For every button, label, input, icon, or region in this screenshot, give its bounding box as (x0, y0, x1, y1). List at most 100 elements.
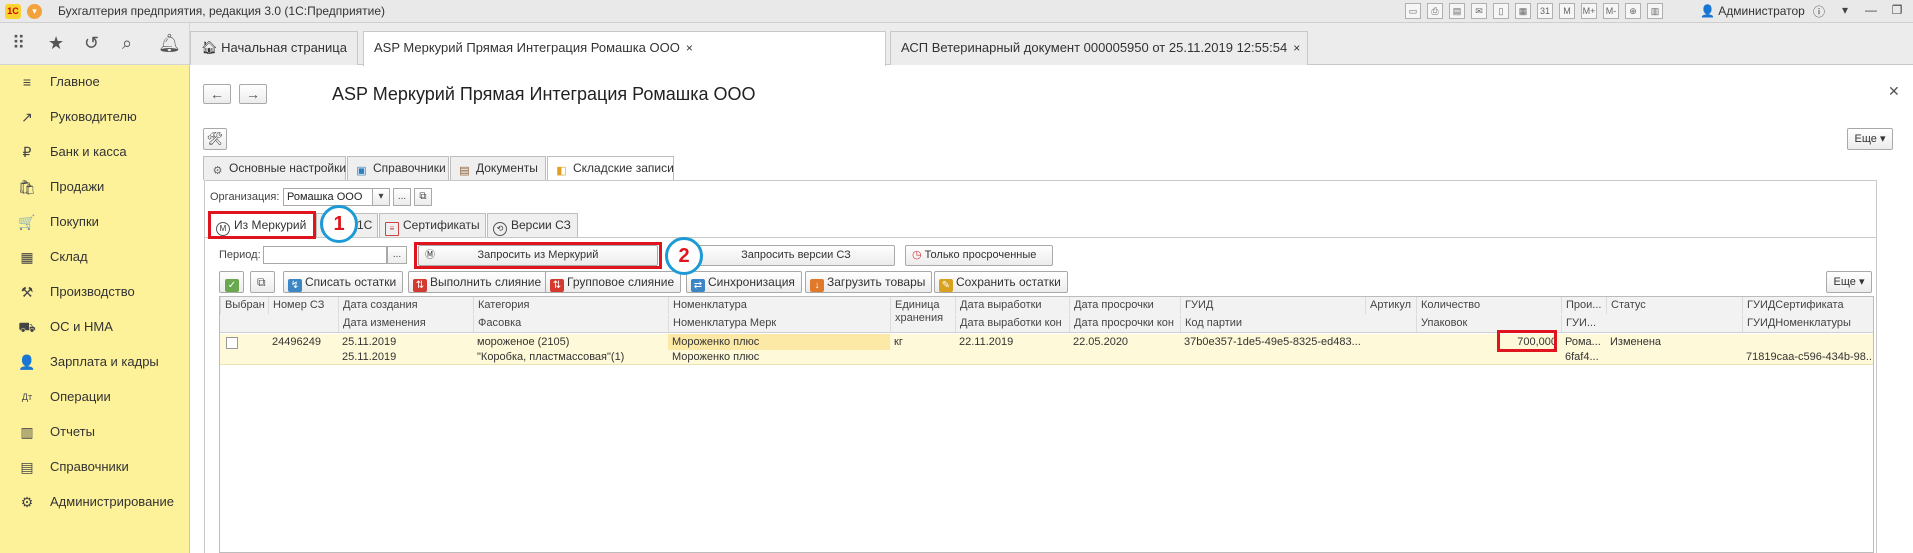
table-cell[interactable]: 37b0e357-1de5-49e5-8325-ed483... (1180, 334, 1365, 350)
sidebar-item[interactable]: ▥ Отчеты (0, 415, 190, 450)
minimize-icon[interactable]: — (1862, 3, 1880, 19)
calendar-icon[interactable]: 31 (1537, 3, 1553, 19)
forward-button[interactable]: → (239, 84, 267, 104)
main-menu-button[interactable]: ▾ (27, 4, 42, 19)
column-header[interactable]: Дата создания (338, 297, 473, 314)
tab-vet-document[interactable]: АСП Ветеринарный документ 000005950 от 2… (890, 31, 1308, 65)
print-preview-icon[interactable]: ▤ (1449, 3, 1465, 19)
table-cell[interactable]: Мороженко плюс (668, 349, 890, 365)
column-header-sub[interactable]: Код партии (1180, 315, 1365, 332)
sidebar-item[interactable]: ₽ Банк и касса (0, 135, 190, 170)
sidebar-item[interactable]: ↗ Руководителю (0, 100, 190, 135)
column-header[interactable]: Статус (1606, 297, 1742, 314)
tab-basic-settings[interactable]: ⚙ Основные настройки (203, 156, 346, 180)
column-header-sub[interactable]: Номенклатура Мерк (668, 315, 890, 332)
column-header-sub[interactable]: ГУИДНоменклатуры (1742, 315, 1873, 332)
panel-icon[interactable]: ▥ (1647, 3, 1663, 19)
m-icon[interactable]: M (1559, 3, 1575, 19)
copy-icon[interactable]: ⧉ (250, 271, 275, 293)
column-header[interactable]: Прои... (1561, 297, 1606, 314)
load-goods-button[interactable]: ↓ Загрузить товары (805, 271, 933, 293)
tab-certificates[interactable]: ≡ Сертификаты (379, 213, 486, 237)
sync-button[interactable]: ⇄ Синхронизация (686, 271, 802, 293)
sidebar-item[interactable]: 🛍 Продажи (0, 170, 190, 205)
sidebar-item[interactable]: ▦ Склад (0, 240, 190, 275)
table-cell[interactable]: 24496249 (268, 334, 338, 350)
column-header-sub[interactable]: Фасовка (473, 315, 668, 332)
column-header[interactable]: Единица хранения (890, 297, 955, 333)
column-header[interactable]: Категория (473, 297, 668, 314)
table-cell[interactable]: Мороженко плюс (668, 334, 890, 350)
table-cell[interactable] (1742, 334, 1873, 350)
close-tab-icon[interactable]: × (1293, 41, 1300, 55)
table-cell[interactable] (1365, 334, 1416, 350)
table-cell[interactable]: Рома... (1561, 334, 1606, 350)
org-open-icon[interactable]: ⧉ (414, 188, 432, 206)
sidebar-item[interactable]: Дт Операции (0, 380, 190, 415)
period-select-button[interactable]: ... (387, 246, 407, 264)
tab-warehouse-records[interactable]: ◧ Складские записи (547, 156, 674, 181)
mail-icon[interactable]: ✉ (1471, 3, 1487, 19)
table-cell[interactable]: мороженое (2105) (473, 334, 668, 350)
more-button[interactable]: Еще ▾ (1847, 128, 1893, 150)
table-cell[interactable] (220, 349, 268, 365)
records-table[interactable]: 24496249 25.11.2019 мороженое (2105) Мороже… (219, 296, 1874, 553)
column-header[interactable]: ГУИД (1180, 297, 1365, 314)
m-plus-icon[interactable]: M+ (1581, 3, 1597, 19)
sidebar-item[interactable]: ▤ Справочники (0, 450, 190, 485)
table-cell[interactable] (268, 349, 338, 365)
org-dropdown-icon[interactable]: ▾ (372, 188, 390, 206)
tab-home[interactable]: 🏠︎ Начальная страница (190, 31, 358, 65)
search-icon[interactable]: ⌕ (122, 33, 132, 54)
grid-more-button[interactable]: Еще ▾ (1826, 271, 1872, 293)
settings-tools-icon[interactable]: 🛠︎ (203, 128, 227, 150)
column-header[interactable]: Выбран (220, 297, 268, 314)
sidebar-item[interactable]: 👤 Зарплата и кадры (0, 345, 190, 380)
table-cell[interactable] (1069, 349, 1180, 365)
table-icon[interactable]: ▦ (1515, 3, 1531, 19)
chevron-down-icon[interactable]: ▾ (1836, 3, 1854, 19)
tab-mercury-integration[interactable]: ASP Меркурий Прямая Интеграция Ромашка О… (363, 31, 886, 66)
write-off-button[interactable]: ↯ Списать остатки (283, 271, 404, 293)
tab-versions[interactable]: ⟲ Версии СЗ (487, 213, 578, 237)
column-header[interactable]: Номенклатура (668, 297, 890, 314)
table-cell[interactable]: 22.11.2019 (955, 334, 1069, 350)
table-cell[interactable]: Изменена (1606, 334, 1742, 350)
sidebar-item[interactable]: ⚙ Администрирование (0, 485, 190, 520)
merge-button[interactable]: ⇅ Выполнить слияние (408, 271, 549, 293)
sidebar-item[interactable]: ⛟ ОС и НМА (0, 310, 190, 345)
select-all-icon[interactable]: ✓ (219, 271, 244, 293)
column-header[interactable]: ГУИДСертификата (1742, 297, 1873, 314)
table-cell[interactable] (1416, 349, 1561, 365)
column-header[interactable]: Дата выработки (955, 297, 1069, 314)
bell-icon[interactable]: 🔔︎ (158, 33, 181, 54)
only-expired-button[interactable]: ◷ Только просроченные (905, 245, 1053, 266)
column-header[interactable]: Номер СЗ (268, 297, 338, 314)
row-checkbox[interactable] (226, 337, 238, 349)
favorites-star-icon[interactable]: ★ (48, 33, 64, 54)
user-name[interactable]: 👤 Администратор (1700, 4, 1805, 18)
column-header[interactable]: Дата просрочки (1069, 297, 1180, 314)
m-minus-icon[interactable]: M- (1603, 3, 1619, 19)
group-merge-button[interactable]: ⇅ Групповое слияние (545, 271, 682, 293)
table-cell[interactable]: кг (890, 334, 955, 350)
table-cell[interactable]: "Коробка, пластмассовая"(1) (473, 349, 668, 365)
sidebar-item[interactable]: ≡ Главное (0, 65, 190, 100)
info-icon[interactable]: ⓘ (1810, 3, 1828, 19)
sidebar-item[interactable]: ⚒ Производство (0, 275, 190, 310)
column-header-sub[interactable]: Дата просрочки кон (1069, 315, 1180, 332)
doc-icon[interactable]: ▯ (1493, 3, 1509, 19)
table-cell[interactable] (1365, 349, 1416, 365)
table-cell[interactable] (890, 349, 955, 365)
table-cell[interactable]: 25.11.2019 (338, 334, 473, 350)
column-header[interactable]: Артикул (1365, 297, 1416, 314)
tab-documents[interactable]: ▤ Документы (450, 156, 546, 180)
sidebar-item[interactable]: 🛒 Покупки (0, 205, 190, 240)
maximize-icon[interactable]: ❐ (1888, 3, 1906, 19)
save-balances-button[interactable]: ✎ Сохранить остатки (934, 271, 1068, 293)
apps-grid-icon[interactable]: ⠿ (12, 33, 25, 54)
column-header-sub[interactable]: ГУИ... (1561, 315, 1606, 332)
table-cell[interactable]: 71819caa-c596-434b-98... (1742, 349, 1873, 365)
table-cell[interactable]: 6faf4... (1561, 349, 1606, 365)
table-cell[interactable]: 25.11.2019 (338, 349, 473, 365)
